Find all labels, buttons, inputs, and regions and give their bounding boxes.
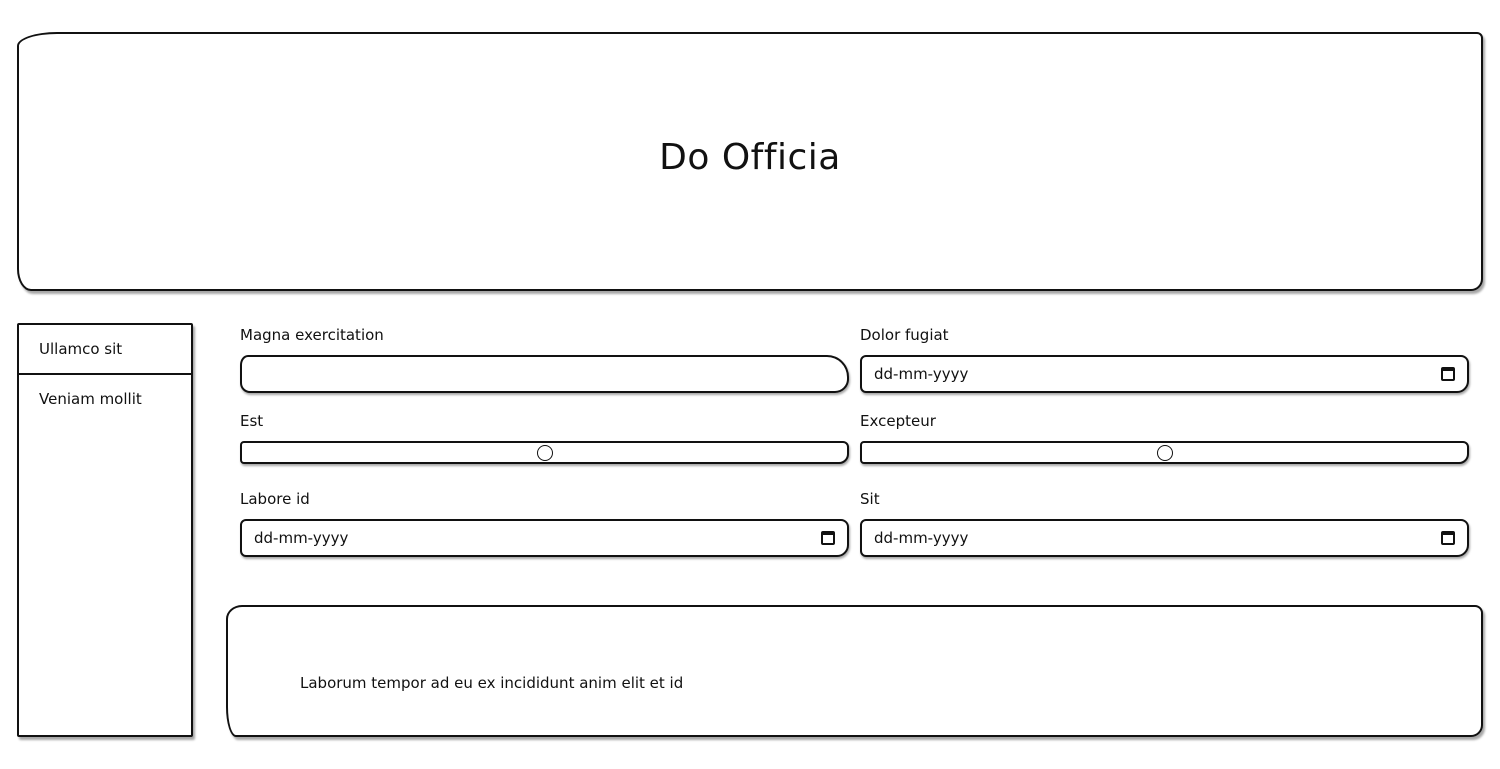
page-title: Do Officia: [659, 137, 841, 178]
labore-date-input[interactable]: dd-mm-yyyy: [240, 519, 849, 557]
calendar-icon[interactable]: [1441, 367, 1455, 381]
dolor-label: Dolor fugiat: [860, 326, 949, 344]
sit-label: Sit: [860, 490, 880, 508]
dolor-date-placeholder: dd-mm-yyyy: [874, 365, 969, 383]
est-slider-thumb[interactable]: [536, 444, 553, 461]
sidebar-item-veniam[interactable]: Veniam mollit: [19, 375, 191, 425]
magna-text-input[interactable]: [240, 355, 849, 393]
excepteur-label: Excepteur: [860, 412, 936, 430]
magna-label: Magna exercitation: [240, 326, 384, 344]
sit-date-placeholder: dd-mm-yyyy: [874, 529, 969, 547]
header-banner: Do Officia: [17, 32, 1483, 291]
calendar-icon[interactable]: [821, 531, 835, 545]
footer-panel: Laborum tempor ad eu ex incididunt anim …: [226, 605, 1483, 737]
sidebar: Ullamco sit Veniam mollit: [17, 323, 193, 737]
sit-date-input[interactable]: dd-mm-yyyy: [860, 519, 1469, 557]
labore-label: Labore id: [240, 490, 310, 508]
sidebar-item-label: Veniam mollit: [39, 390, 142, 408]
excepteur-slider-thumb[interactable]: [1156, 444, 1173, 461]
est-slider[interactable]: [240, 441, 849, 464]
dolor-date-input[interactable]: dd-mm-yyyy: [860, 355, 1469, 393]
sidebar-item-ullamco[interactable]: Ullamco sit: [19, 325, 191, 375]
calendar-icon[interactable]: [1441, 531, 1455, 545]
sidebar-item-label: Ullamco sit: [39, 340, 123, 358]
page: Do Officia Ullamco sit Veniam mollit Mag…: [0, 0, 1500, 769]
est-label: Est: [240, 412, 264, 430]
excepteur-slider[interactable]: [860, 441, 1469, 464]
labore-date-placeholder: dd-mm-yyyy: [254, 529, 349, 547]
footer-text: Laborum tempor ad eu ex incididunt anim …: [300, 674, 684, 692]
